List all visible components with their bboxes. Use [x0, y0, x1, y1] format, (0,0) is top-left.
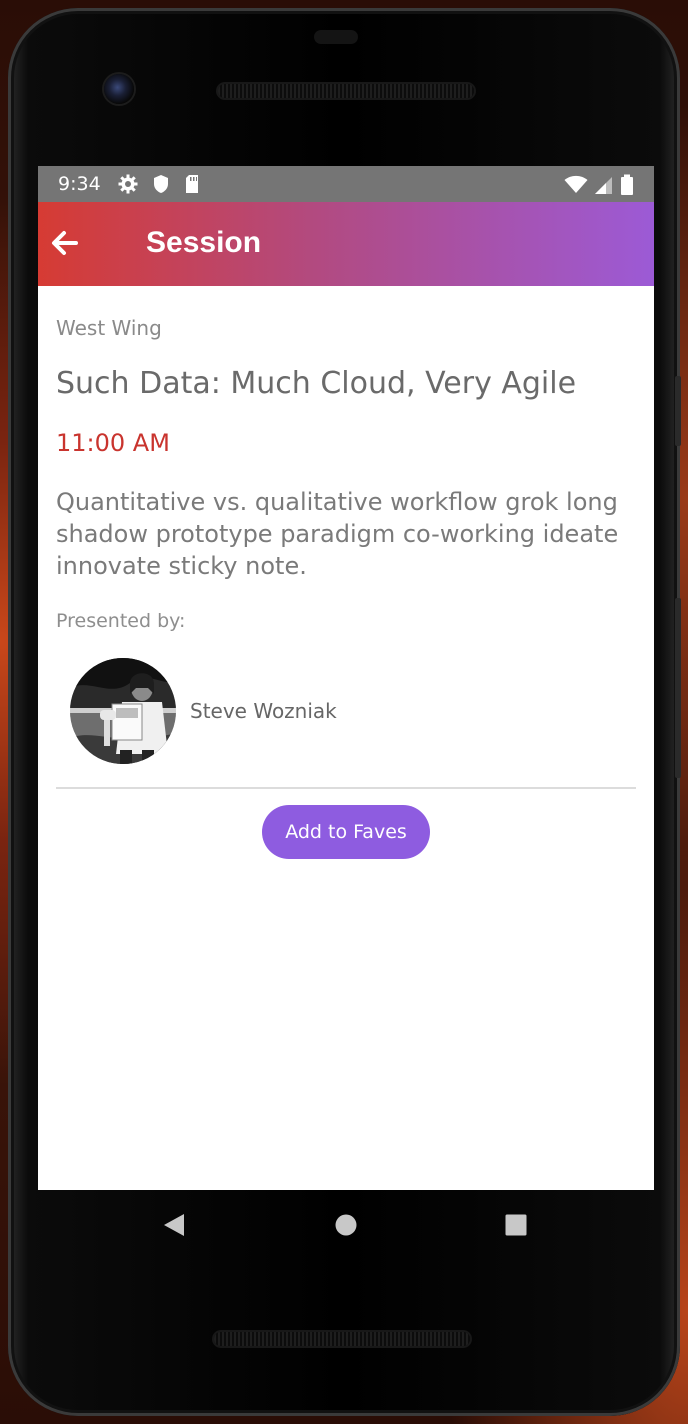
page-title: Session: [146, 226, 262, 259]
session-location: West Wing: [56, 316, 162, 340]
speaker-item[interactable]: Steve Wozniak: [70, 658, 630, 764]
app-screen: 9:34 Session West Wing Such Data: Much C…: [38, 166, 654, 1190]
battery-icon: [620, 174, 634, 200]
system-nav-bar: [38, 1190, 654, 1262]
signal-icon: [594, 175, 614, 199]
settings-icon: [118, 174, 138, 198]
status-bar: 9:34: [38, 166, 654, 202]
app-bar: Session: [38, 202, 654, 286]
presented-by-label: Presented by:: [56, 610, 186, 632]
back-triangle-icon[interactable]: [162, 1212, 186, 1242]
divider: [56, 787, 636, 789]
session-description: Quantitative vs. qualitative workflow gr…: [56, 488, 619, 580]
volume-button: [675, 598, 681, 778]
wifi-icon: [564, 175, 588, 199]
home-circle-icon[interactable]: [334, 1212, 358, 1242]
power-button: [675, 376, 681, 446]
status-time: 9:34: [58, 173, 101, 195]
session-time: 11:00 AM: [56, 429, 170, 457]
session-title: Such Data: Much Cloud, Very Agile: [56, 366, 577, 401]
speaker-name: Steve Wozniak: [190, 699, 337, 723]
front-camera-icon: [104, 74, 134, 104]
bottom-speaker-grille: [214, 1332, 470, 1346]
earpiece-slot: [314, 30, 358, 44]
shield-icon: [152, 174, 170, 198]
recent-square-icon[interactable]: [504, 1212, 528, 1242]
arrow-left-icon[interactable]: [50, 228, 82, 260]
avatar: [70, 658, 176, 764]
add-to-faves-button[interactable]: Add to Faves: [262, 805, 430, 859]
top-speaker-grille: [218, 84, 474, 98]
sd-card-icon: [184, 174, 200, 198]
